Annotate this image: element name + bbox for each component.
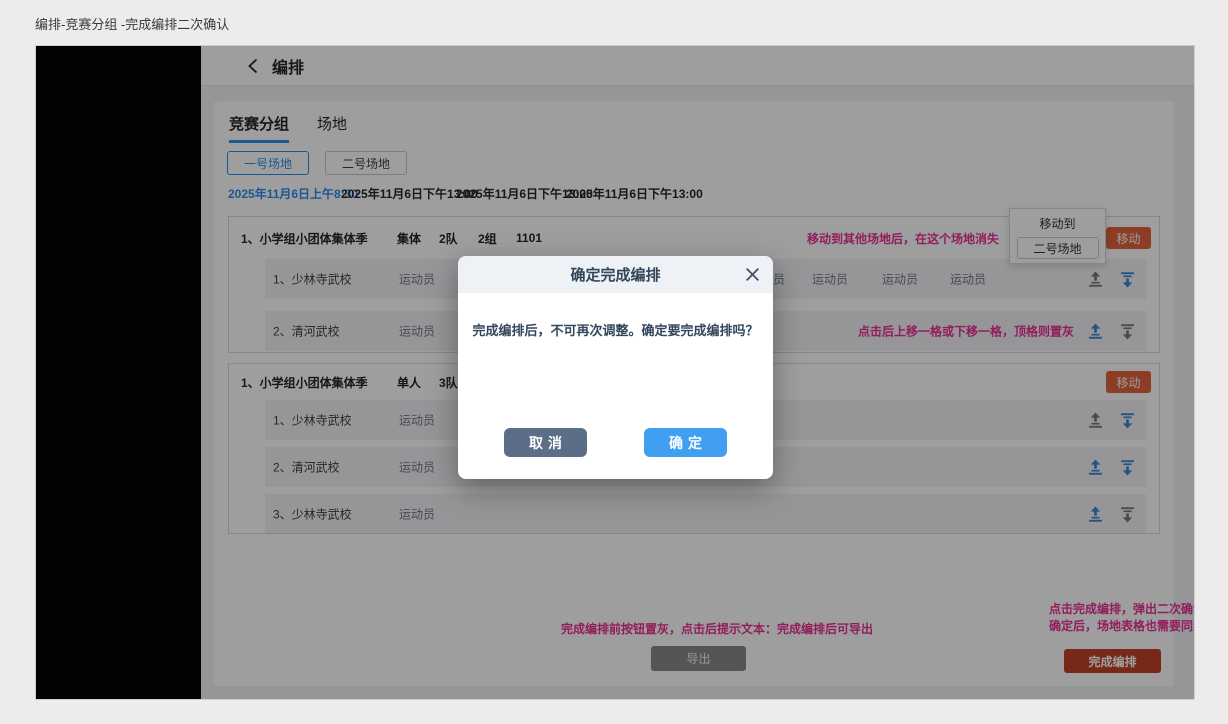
modal-message: 完成编排后，不可再次调整。确定要完成编排吗？ [458,320,773,339]
modal-header: 确定完成编排 [458,256,773,293]
modal-buttons: 取消 确定 [458,428,773,457]
cancel-button[interactable]: 取消 [504,428,587,457]
modal-title: 确定完成编排 [570,264,660,285]
close-icon[interactable] [744,266,761,283]
confirm-modal: 确定完成编排 完成编排后，不可再次调整。确定要完成编排吗？ 取消 确定 [458,256,773,479]
confirm-button[interactable]: 确定 [644,428,727,457]
app-window: 编排 竞赛分组 场地 一号场地 二号场地 2025年11月6日上午8:30 20… [35,45,1195,700]
page-title: 编排-竞赛分组 -完成编排二次确认 [35,14,229,33]
